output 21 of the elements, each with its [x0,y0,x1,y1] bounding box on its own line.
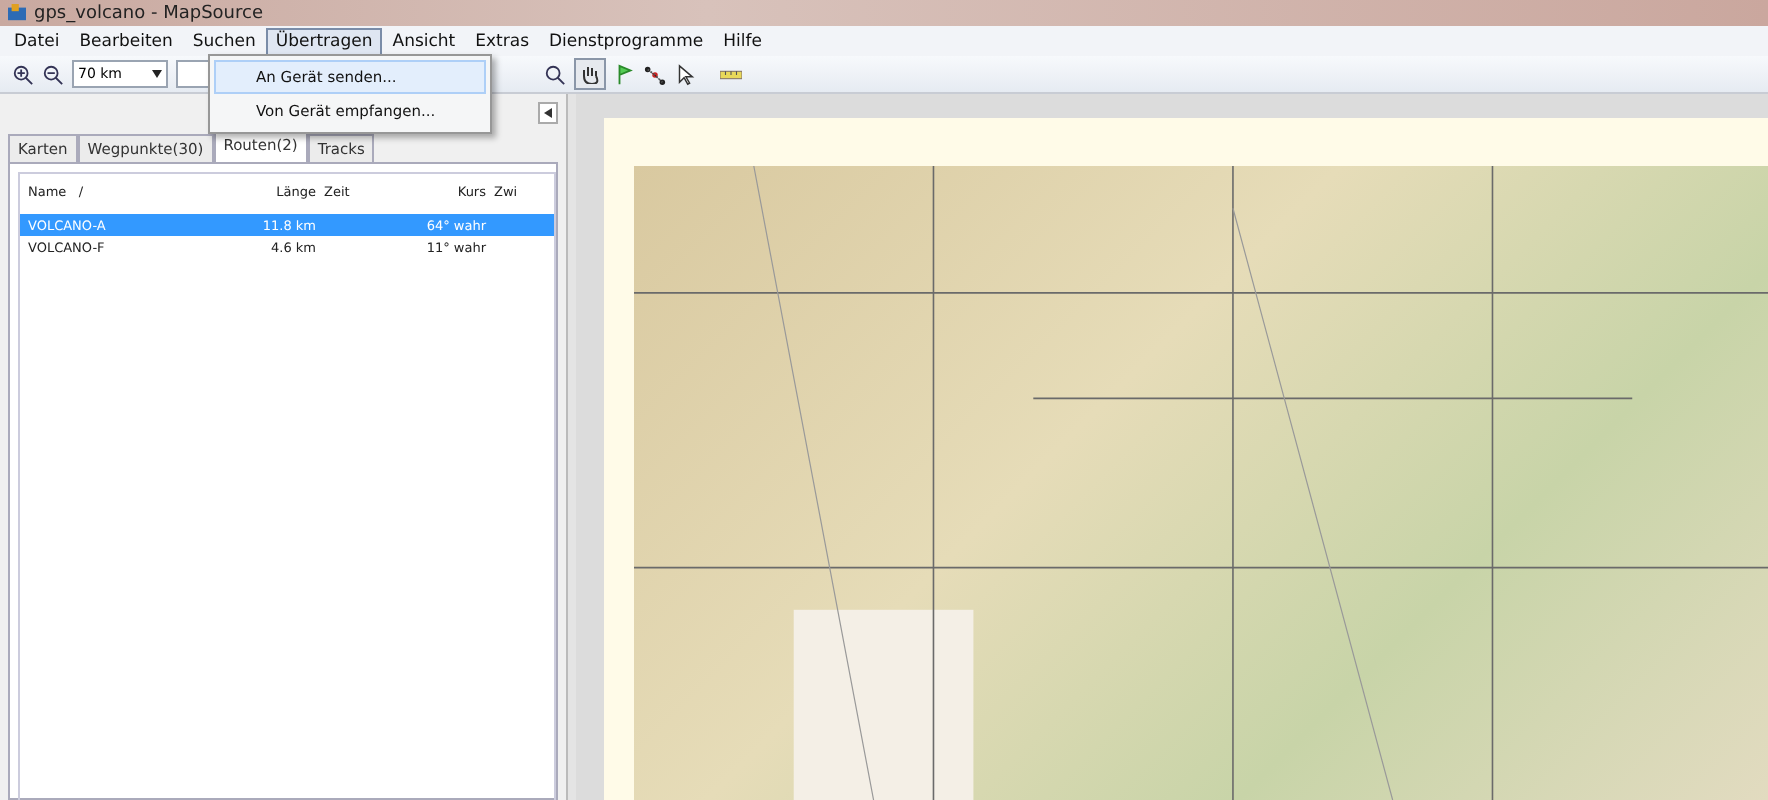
arrow-icon [544,108,552,118]
hand-icon [580,64,600,84]
route-icon[interactable] [644,63,666,85]
menu-item[interactable]: Bearbeiten [69,27,183,55]
window-title: gps_volcano - MapSource [34,3,263,23]
zoom-in-icon[interactable] [12,63,34,85]
menu-item[interactable]: Suchen [182,27,266,55]
menu-item[interactable]: Ansicht [382,27,466,55]
collapse-button[interactable] [538,102,558,124]
search-icon[interactable] [544,63,566,85]
menu-item[interactable]: Übertragen [265,27,383,55]
menu-item[interactable]: Hilfe [713,27,772,55]
menu-item[interactable]: Dienstprogramme [539,27,714,55]
menu-item[interactable]: Extras [465,27,540,55]
app-icon [8,4,26,22]
hand-tool-button[interactable] [574,58,606,90]
menu-item[interactable]: Datei [4,27,70,55]
zoom-out-icon[interactable] [42,63,64,85]
flag-icon[interactable] [614,63,636,85]
caret-icon [152,70,162,78]
pointer-icon[interactable] [674,63,696,85]
